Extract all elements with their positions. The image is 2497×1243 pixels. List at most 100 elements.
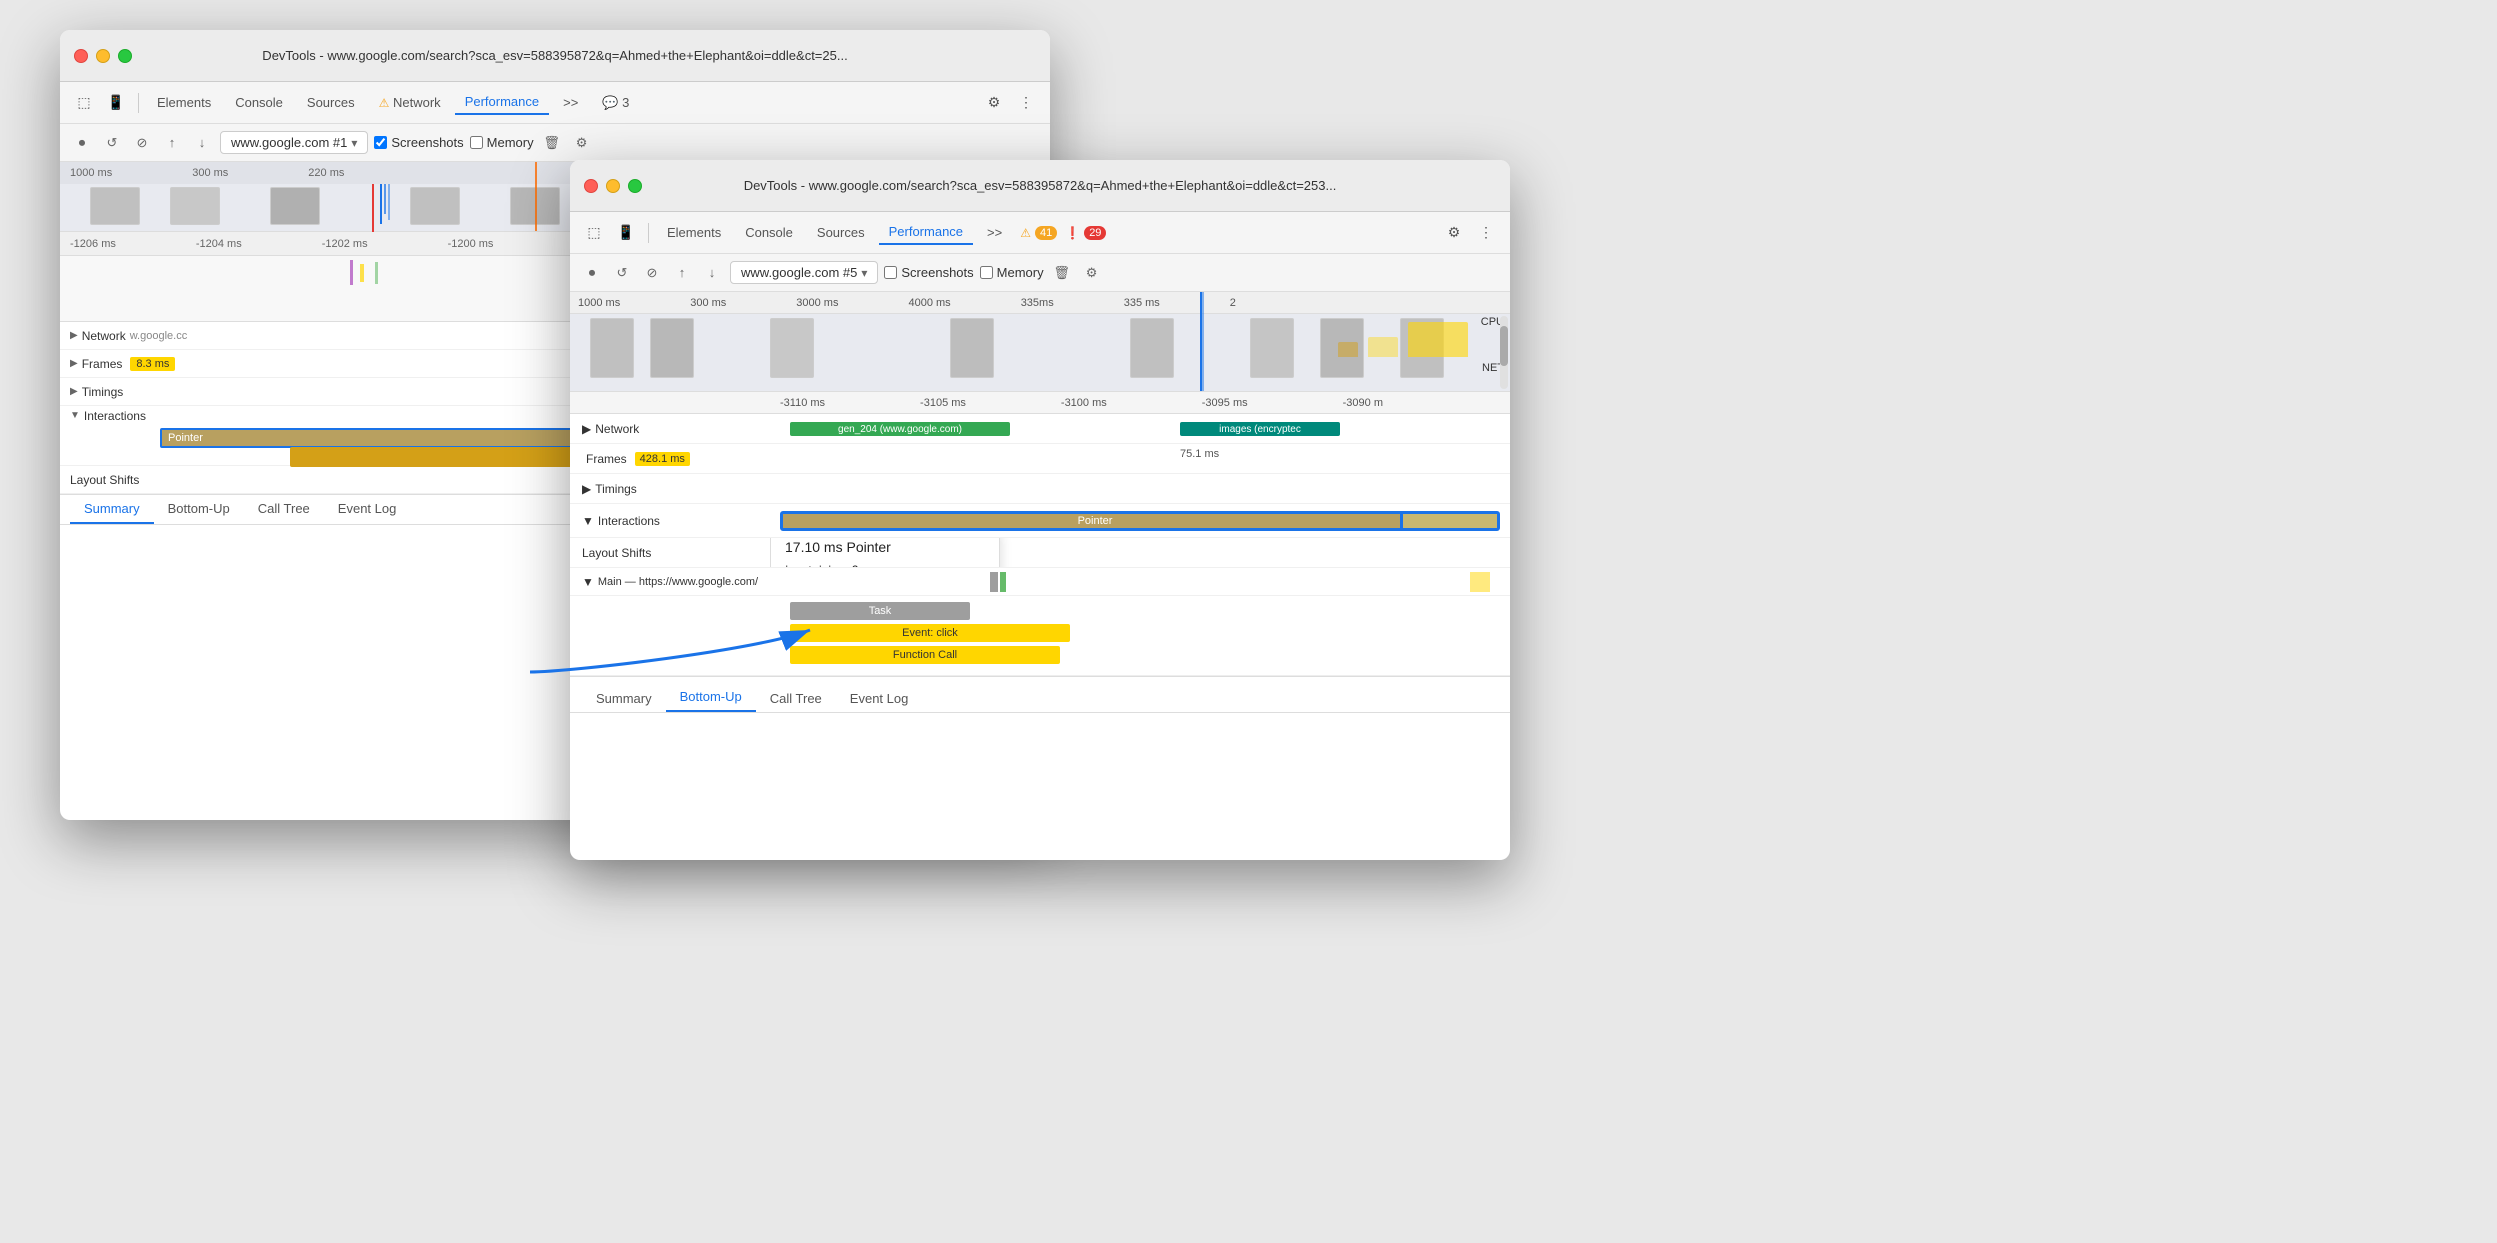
cursor-icon[interactable]: ⬚ bbox=[70, 89, 98, 117]
expand-timings-icon[interactable]: ▶ bbox=[70, 386, 78, 397]
url-input-front[interactable]: www.google.com #5 ▾ bbox=[730, 261, 878, 284]
tab-call-tree-front[interactable]: Call Tree bbox=[756, 685, 836, 712]
timings-content-front bbox=[770, 474, 1510, 503]
upload-icon-front[interactable]: ↑ bbox=[670, 261, 694, 285]
warning-icon-front: ⚠ bbox=[1020, 226, 1031, 240]
memory-checkbox-front[interactable]: Memory bbox=[980, 265, 1044, 280]
expand-frames-icon[interactable]: ▶ bbox=[70, 358, 78, 369]
screenshots-checkbox-front[interactable]: Screenshots bbox=[884, 265, 973, 280]
tab-console-front[interactable]: Console bbox=[735, 221, 803, 244]
dots-menu-front[interactable]: ⋮ bbox=[1472, 219, 1500, 247]
close-button-front[interactable] bbox=[584, 179, 598, 193]
cpu-chart-front bbox=[770, 317, 1468, 357]
url-dropdown-front[interactable]: ▾ bbox=[861, 266, 867, 280]
trash-icon-front[interactable]: 🗑 bbox=[1050, 261, 1074, 285]
close-button-back[interactable] bbox=[74, 49, 88, 63]
memory-checkbox-back[interactable]: Memory bbox=[470, 135, 534, 150]
track-timings-front: ▶ Timings bbox=[570, 474, 1510, 504]
tab-event-log-front[interactable]: Event Log bbox=[836, 685, 923, 712]
tab-elements-back[interactable]: Elements bbox=[147, 91, 221, 114]
reload-icon-front[interactable]: ↺ bbox=[610, 261, 634, 285]
ruler-220ms: 220 ms bbox=[308, 167, 344, 179]
frames-content-front: 75.1 ms bbox=[770, 444, 1510, 473]
tab-console-back[interactable]: Console bbox=[225, 91, 293, 114]
tab-more-back[interactable]: >> bbox=[553, 91, 588, 114]
tab-sources-back[interactable]: Sources bbox=[297, 91, 365, 114]
stop-icon-back[interactable]: ⊘ bbox=[130, 131, 154, 155]
minimize-button-back[interactable] bbox=[96, 49, 110, 63]
interactions-label-back: Interactions bbox=[84, 409, 146, 423]
tab-summary-front[interactable]: Summary bbox=[582, 685, 666, 712]
reload-icon-back[interactable]: ↺ bbox=[100, 131, 124, 155]
expand-main-icon[interactable]: ▼ bbox=[582, 575, 594, 589]
minimize-button-front[interactable] bbox=[606, 179, 620, 193]
expand-network-icon-front[interactable]: ▶ bbox=[582, 422, 591, 436]
titlebar-back: DevTools - www.google.com/search?sca_esv… bbox=[60, 30, 1050, 82]
devtools-toolbar-back: ⬚ 📱 Elements Console Sources ⚠ Network P… bbox=[60, 82, 1050, 124]
frames-ms2-badge: 75.1 ms bbox=[1180, 448, 1219, 460]
record-icon-back[interactable]: ⏺ bbox=[70, 131, 94, 155]
offset-ticks: -3110 ms -3105 ms -3100 ms -3095 ms -309… bbox=[770, 397, 1510, 409]
main-mini-3 bbox=[1470, 572, 1490, 592]
tab-summary-back[interactable]: Summary bbox=[70, 495, 154, 524]
layout-shifts-content: 17.10 ms Pointer Input delay 2ms Process… bbox=[770, 538, 1510, 567]
cpu-peak-1 bbox=[1408, 322, 1468, 357]
event-click-bar-front: Event: click bbox=[790, 624, 1070, 642]
offset-ruler-front: -3110 ms -3105 ms -3100 ms -3095 ms -309… bbox=[570, 392, 1510, 414]
task-bar-front: Task bbox=[790, 602, 970, 620]
timings-label-front: ▶ Timings bbox=[570, 482, 770, 496]
upload-icon-back[interactable]: ↑ bbox=[160, 131, 184, 155]
blue-bar-1 bbox=[380, 184, 382, 224]
cpu-bar bbox=[350, 260, 353, 285]
blue-vertical-line2 bbox=[1202, 292, 1204, 391]
record-icon-front[interactable]: ⏺ bbox=[580, 261, 604, 285]
tab-more-front[interactable]: >> bbox=[977, 221, 1012, 244]
network-pill-2: images (encryptec bbox=[1180, 422, 1340, 436]
gear-icon-front[interactable]: ⚙ bbox=[1440, 219, 1468, 247]
expand-network-icon[interactable]: ▶ bbox=[70, 330, 78, 341]
expand-interactions-icon[interactable]: ▼ bbox=[70, 410, 80, 421]
dots-menu-back[interactable]: ⋮ bbox=[1012, 89, 1040, 117]
tab-performance-back[interactable]: Performance bbox=[455, 90, 549, 115]
tab-call-tree-back[interactable]: Call Tree bbox=[244, 495, 324, 524]
main-mini-2 bbox=[1000, 572, 1006, 592]
gear-icon-back[interactable]: ⚙ bbox=[980, 89, 1008, 117]
scrollbar-thumb[interactable] bbox=[1500, 326, 1508, 366]
timeline-scrollbar[interactable] bbox=[1500, 316, 1508, 389]
blue-bar-2 bbox=[384, 184, 386, 214]
tab-elements-front[interactable]: Elements bbox=[657, 221, 731, 244]
settings-icon-back[interactable]: ⚙ bbox=[570, 131, 594, 155]
url-input-back[interactable]: www.google.com #1 ▾ bbox=[220, 131, 368, 154]
tab-event-log-back[interactable]: Event Log bbox=[324, 495, 411, 524]
fullscreen-button-back[interactable] bbox=[118, 49, 132, 63]
tab-network-back[interactable]: ⚠ Network bbox=[369, 91, 451, 114]
tab-bottom-up-back[interactable]: Bottom-Up bbox=[154, 495, 244, 524]
screenshots-checkbox-back[interactable]: Screenshots bbox=[374, 135, 463, 150]
layout-shifts-label-front: Layout Shifts bbox=[570, 546, 770, 560]
cursor-icon-front[interactable]: ⬚ bbox=[580, 219, 608, 247]
main-sub-tracks: Task Event: click Function Call bbox=[570, 596, 1510, 676]
offset-1: -1206 ms bbox=[70, 238, 116, 250]
main-content bbox=[810, 568, 1510, 595]
tab-sources-front[interactable]: Sources bbox=[807, 221, 875, 244]
settings-icon-front[interactable]: ⚙ bbox=[1080, 261, 1104, 285]
download-icon-front[interactable]: ↓ bbox=[700, 261, 724, 285]
tab-bottom-up-front[interactable]: Bottom-Up bbox=[666, 683, 756, 712]
pointer-bar-front-main[interactable]: Pointer bbox=[780, 511, 1410, 531]
tab-performance-front[interactable]: Performance bbox=[879, 220, 973, 245]
device-icon-front[interactable]: 📱 bbox=[612, 219, 640, 247]
window-title-front: DevTools - www.google.com/search?sca_esv… bbox=[744, 178, 1337, 193]
fullscreen-button-front[interactable] bbox=[628, 179, 642, 193]
device-icon[interactable]: 📱 bbox=[102, 89, 130, 117]
download-icon-back[interactable]: ↓ bbox=[190, 131, 214, 155]
frames-label-front: Frames 428.1 ms bbox=[570, 452, 770, 466]
frames-badge-back: 8.3 ms bbox=[130, 357, 175, 371]
main-mini-1 bbox=[990, 572, 998, 592]
url-dropdown-back[interactable]: ▾ bbox=[351, 136, 357, 150]
expand-interactions-icon-front[interactable]: ▼ bbox=[582, 514, 594, 528]
chat-badge[interactable]: 💬 3 bbox=[592, 91, 639, 115]
pointer-bar-front-secondary[interactable] bbox=[1400, 511, 1500, 531]
trash-icon-back[interactable]: 🗑 bbox=[540, 131, 564, 155]
expand-timings-icon-front[interactable]: ▶ bbox=[582, 482, 591, 496]
stop-icon-front[interactable]: ⊘ bbox=[640, 261, 664, 285]
